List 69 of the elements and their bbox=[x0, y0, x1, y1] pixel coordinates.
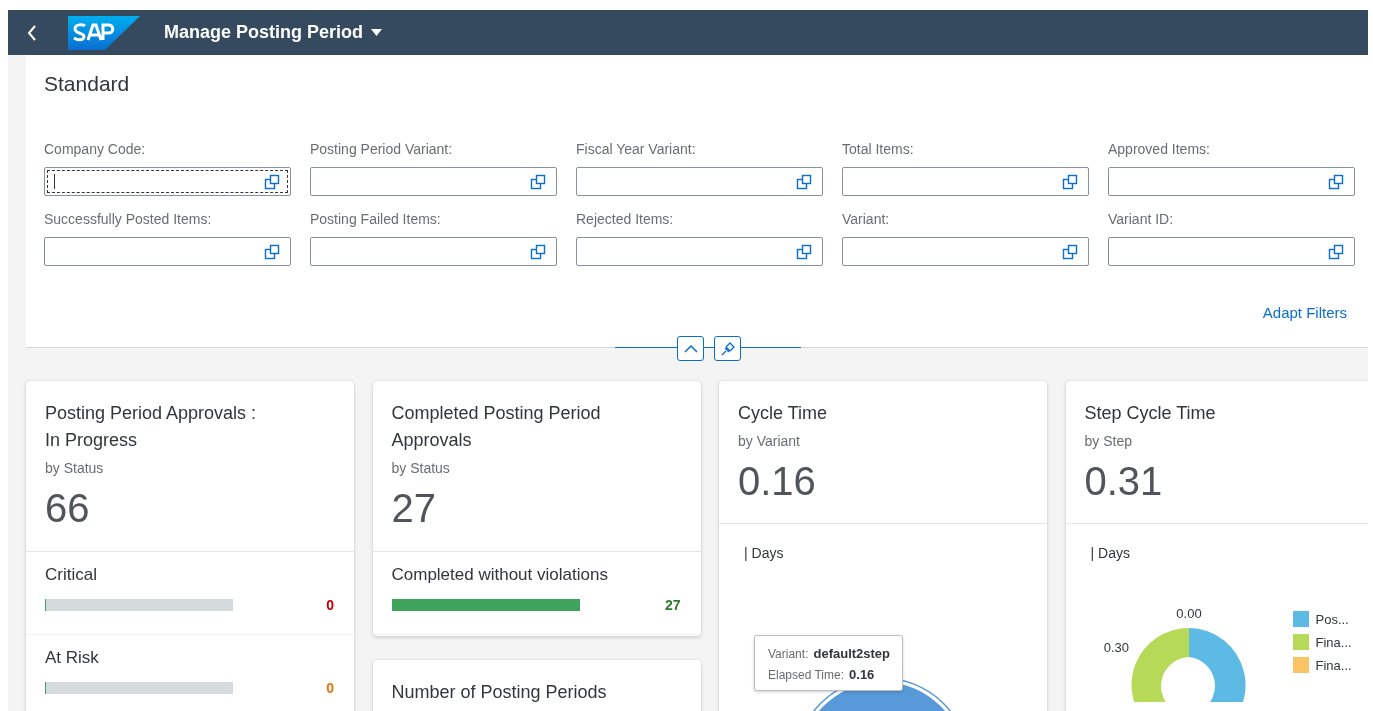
value-help-icon[interactable] bbox=[1062, 173, 1078, 190]
tooltip-value: default2step bbox=[813, 646, 891, 661]
tooltip-label: Variant: bbox=[768, 647, 809, 661]
field-label: Total Items: bbox=[842, 141, 915, 157]
input-field[interactable] bbox=[842, 167, 1089, 196]
card-subtitle: by Step bbox=[1084, 432, 1132, 450]
input-field[interactable] bbox=[310, 167, 557, 196]
value-help-icon[interactable] bbox=[1062, 243, 1078, 260]
value-help-icon[interactable] bbox=[796, 173, 812, 190]
value-help-icon[interactable] bbox=[1328, 243, 1344, 260]
input-field[interactable] bbox=[576, 237, 823, 266]
logo-icon bbox=[68, 15, 140, 50]
field-label: Fiscal Year Variant: bbox=[576, 141, 697, 157]
field-label: Variant ID: bbox=[1108, 211, 1175, 227]
status-count: 0 bbox=[326, 680, 334, 696]
card-title: Number of Posting Periods bbox=[391, 681, 608, 704]
card-title: Completed Posting Period Approvals bbox=[391, 402, 602, 452]
card-title: Posting Period Approvals : In Progress bbox=[45, 402, 258, 452]
tooltip-value: 0.16 bbox=[849, 667, 875, 682]
axis-label: | Days bbox=[744, 545, 784, 561]
field-label: Rejected Items: bbox=[576, 211, 675, 227]
input-field[interactable] bbox=[1108, 167, 1355, 196]
data-label: 0.00 bbox=[1175, 606, 1202, 621]
status-label: Completed without violations bbox=[391, 564, 608, 586]
status-count: 27 bbox=[664, 597, 681, 613]
kpi-value: 66 bbox=[45, 485, 90, 532]
value-help-icon[interactable] bbox=[530, 173, 546, 190]
kpi-value: 27 bbox=[391, 485, 436, 532]
status-label: Critical bbox=[45, 564, 97, 586]
card-title: Step Cycle Time bbox=[1084, 402, 1217, 425]
field-label: Posting Period Variant: bbox=[310, 141, 454, 157]
variant-title[interactable]: Standard bbox=[26, 55, 130, 102]
chevron-up-icon bbox=[683, 344, 698, 353]
input-field[interactable] bbox=[44, 167, 291, 196]
value-help-icon[interactable] bbox=[796, 243, 812, 260]
input-field[interactable] bbox=[44, 237, 291, 266]
caret-icon bbox=[371, 29, 383, 36]
collapse-button[interactable] bbox=[677, 336, 704, 361]
card-subtitle: by Variant bbox=[738, 432, 800, 450]
legend-label[interactable]: Pos... bbox=[1315, 611, 1349, 627]
field-label: Company Code: bbox=[44, 141, 147, 157]
input-field[interactable] bbox=[1108, 237, 1355, 266]
value-help-icon[interactable] bbox=[264, 243, 280, 260]
axis-label: | Days bbox=[1090, 545, 1130, 561]
legend-label[interactable]: Fina... bbox=[1315, 657, 1352, 673]
status-count: 0 bbox=[326, 597, 334, 613]
input-field[interactable] bbox=[310, 237, 557, 266]
legend-label[interactable]: Fina... bbox=[1315, 634, 1352, 650]
pin-icon bbox=[720, 341, 735, 356]
field-label: Successfully Posted Items: bbox=[44, 211, 213, 227]
adapt-filters-link[interactable]: Adapt Filters bbox=[1262, 304, 1347, 321]
kpi-value: 0.31 bbox=[1084, 458, 1163, 505]
value-help-icon[interactable] bbox=[530, 243, 546, 260]
tooltip-label: Elapsed Time: bbox=[768, 668, 845, 682]
app-title-menu[interactable]: Manage Posting Period bbox=[164, 22, 383, 43]
status-label: At Risk bbox=[45, 647, 99, 669]
pin-button[interactable] bbox=[714, 336, 741, 361]
value-help-icon[interactable] bbox=[264, 173, 280, 190]
input-field[interactable] bbox=[842, 237, 1089, 266]
field-label: Posting Failed Items: bbox=[310, 211, 442, 227]
data-label: 0.30 bbox=[1103, 640, 1129, 655]
card-title: Cycle Time bbox=[738, 402, 828, 425]
field-label: Approved Items: bbox=[1108, 141, 1211, 157]
value-help-icon[interactable] bbox=[1328, 173, 1344, 190]
field-label: Variant: bbox=[842, 211, 891, 227]
kpi-value: 0.16 bbox=[738, 458, 816, 505]
input-field[interactable] bbox=[576, 167, 823, 196]
card-subtitle: by Status bbox=[391, 459, 450, 477]
card-subtitle: by Status bbox=[45, 459, 104, 477]
